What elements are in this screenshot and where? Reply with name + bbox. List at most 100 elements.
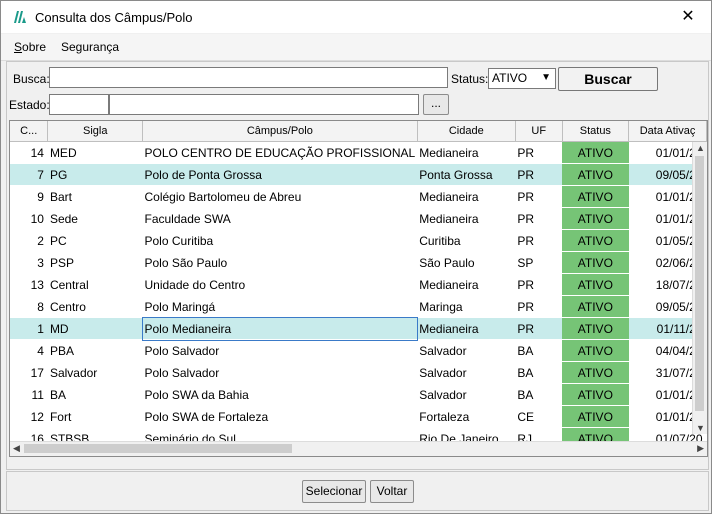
cell-status[interactable]: ATIVO [562, 361, 629, 384]
estado-name-input[interactable] [109, 94, 419, 115]
column-header-cidade[interactable]: Cidade [417, 121, 516, 142]
cell-sigla[interactable]: Central [47, 273, 143, 296]
table-row[interactable]: 3 PSP Polo São Paulo São Paulo SP ATIVO 02/06/… [10, 251, 707, 274]
cell-status[interactable]: ATIVO [562, 141, 629, 164]
table-row[interactable]: 11 BA Polo SWA da Bahia Salvador BA ATIVO 01/0… [10, 383, 707, 406]
table-row[interactable]: 9 Bart Colégio Bartolomeu de Abreu Medianei… [10, 185, 707, 208]
cell-codigo[interactable]: 1 [10, 317, 48, 340]
cell-sigla[interactable]: Centro [47, 295, 143, 318]
status-select[interactable]: ATIVO ▼ [488, 68, 556, 89]
cell-uf[interactable]: PR [515, 163, 563, 186]
table-row[interactable]: 7 PG Polo de Ponta Grossa Ponta Grossa PR ATI… [10, 163, 707, 186]
cell-sigla[interactable]: PBA [47, 339, 143, 362]
table-row[interactable]: 10 Sede Faculdade SWA Medianeira PR ATIVO 01/0… [10, 207, 707, 230]
cell-uf[interactable]: PR [515, 141, 563, 164]
cell-campus-polo[interactable]: Colégio Bartolomeu de Abreu [142, 185, 418, 208]
column-header-campus-polo[interactable]: Câmpus/Polo [142, 121, 418, 142]
cell-status[interactable]: ATIVO [562, 339, 629, 362]
cell-cidade[interactable]: Salvador [417, 339, 516, 362]
cell-status[interactable]: ATIVO [562, 163, 629, 186]
cell-sigla[interactable]: PG [47, 163, 143, 186]
table-row[interactable]: 1 MD Polo Medianeira Medianeira PR ATIVO 01/11… [10, 316, 707, 341]
cell-status[interactable]: ATIVO [562, 405, 629, 428]
cell-sigla[interactable]: Bart [47, 185, 143, 208]
cell-sigla[interactable]: MED [47, 141, 143, 164]
cell-sigla[interactable]: PSP [47, 251, 143, 274]
cell-cidade[interactable]: Ponta Grossa [417, 163, 516, 186]
cell-status[interactable]: ATIVO [562, 273, 629, 296]
cell-uf[interactable]: SP [515, 251, 563, 274]
cell-codigo[interactable]: 10 [10, 207, 48, 230]
cell-codigo[interactable]: 13 [10, 273, 48, 296]
horizontal-scroll-thumb[interactable] [24, 444, 292, 453]
cell-status[interactable]: ATIVO [562, 317, 629, 340]
cell-campus-polo[interactable]: Polo Maringá [142, 295, 418, 318]
buscar-button[interactable]: Buscar [558, 67, 658, 91]
cell-codigo[interactable]: 7 [10, 163, 48, 186]
cell-cidade[interactable]: Salvador [417, 361, 516, 384]
scroll-down-icon[interactable]: ▼ [696, 423, 705, 433]
cell-campus-polo[interactable]: POLO CENTRO DE EDUCAÇÃO PROFISSIONAL [142, 141, 418, 164]
table-row[interactable]: 4 PBA Polo Salvador Salvador BA ATIVO 04/04/20 [10, 339, 707, 362]
cell-codigo[interactable]: 8 [10, 295, 48, 318]
cell-sigla[interactable]: Salvador [47, 361, 143, 384]
cell-codigo[interactable]: 2 [10, 229, 48, 252]
cell-status[interactable]: ATIVO [562, 185, 629, 208]
cell-cidade[interactable]: Medianeira [417, 141, 516, 164]
cell-campus-polo[interactable]: Polo de Ponta Grossa [142, 163, 418, 186]
cell-uf[interactable]: PR [515, 229, 563, 252]
cell-codigo[interactable]: 17 [10, 361, 48, 384]
cell-cidade[interactable]: Fortaleza [417, 405, 516, 428]
cell-uf[interactable]: BA [515, 361, 563, 384]
cell-campus-polo[interactable]: Polo Curitiba [142, 229, 418, 252]
cell-campus-polo[interactable]: Polo SWA de Fortaleza [142, 405, 418, 428]
cell-sigla[interactable]: BA [47, 383, 143, 406]
cell-cidade[interactable]: Medianeira [417, 207, 516, 230]
cell-campus-polo[interactable]: Polo Salvador [142, 361, 418, 384]
cell-sigla[interactable]: PC [47, 229, 143, 252]
voltar-button[interactable]: Voltar [370, 480, 414, 503]
cell-status[interactable]: ATIVO [562, 229, 629, 252]
cell-status[interactable]: ATIVO [562, 207, 629, 230]
cell-uf[interactable]: PR [515, 207, 563, 230]
vertical-scroll-thumb[interactable] [695, 156, 704, 411]
cell-sigla[interactable]: Sede [47, 207, 143, 230]
cell-uf[interactable]: BA [515, 383, 563, 406]
cell-cidade[interactable]: Medianeira [417, 185, 516, 208]
table-row[interactable]: 2 PC Polo Curitiba Curitiba PR ATIVO 01/05/20 [10, 229, 707, 252]
cell-sigla[interactable]: Fort [47, 405, 143, 428]
table-row[interactable]: 13 Central Unidade do Centro Medianeira PR AT… [10, 273, 707, 296]
table-row[interactable]: 17 Salvador Polo Salvador Salvador BA ATIVO 31… [10, 361, 707, 384]
cell-cidade[interactable]: Medianeira [417, 317, 516, 340]
cell-uf[interactable]: PR [515, 273, 563, 296]
cell-campus-polo[interactable]: Faculdade SWA [142, 207, 418, 230]
table-row[interactable]: 8 Centro Polo Maringá Maringa PR ATIVO 09/05/2… [10, 295, 707, 318]
cell-campus-polo[interactable]: Unidade do Centro [142, 273, 418, 296]
cell-campus-polo[interactable]: Polo São Paulo [142, 251, 418, 274]
vertical-scrollbar[interactable]: ▲ ▼ [692, 142, 707, 434]
cell-codigo[interactable]: 3 [10, 251, 48, 274]
cell-uf[interactable]: BA [515, 339, 563, 362]
cell-cidade[interactable]: Maringa [417, 295, 516, 318]
menu-item-sobre[interactable]: Sobre [14, 40, 46, 54]
column-header-uf[interactable]: UF [515, 121, 563, 142]
busca-input[interactable] [49, 67, 448, 88]
column-header-sigla[interactable]: Sigla [47, 121, 143, 142]
cell-codigo[interactable]: 9 [10, 185, 48, 208]
menu-item-seguranca[interactable]: Segurança [61, 40, 119, 54]
scroll-up-icon[interactable]: ▲ [696, 143, 705, 153]
column-header-status[interactable]: Status [562, 121, 630, 142]
cell-cidade[interactable]: Salvador [417, 383, 516, 406]
cell-sigla[interactable]: MD [47, 317, 143, 340]
cell-codigo[interactable]: 4 [10, 339, 48, 362]
table-row[interactable]: 12 Fort Polo SWA de Fortaleza Fortaleza CE AT… [10, 405, 707, 428]
cell-cidade[interactable]: Medianeira [417, 273, 516, 296]
cell-uf[interactable]: PR [515, 185, 563, 208]
cell-codigo[interactable]: 12 [10, 405, 48, 428]
cell-campus-polo[interactable]: Polo Salvador [142, 339, 418, 362]
cell-cidade[interactable]: Curitiba [417, 229, 516, 252]
estado-lookup-button[interactable]: ... [423, 94, 449, 115]
cell-status[interactable]: ATIVO [562, 295, 629, 318]
cell-uf[interactable]: PR [515, 317, 563, 340]
scroll-right-icon[interactable]: ▶ [697, 443, 704, 454]
